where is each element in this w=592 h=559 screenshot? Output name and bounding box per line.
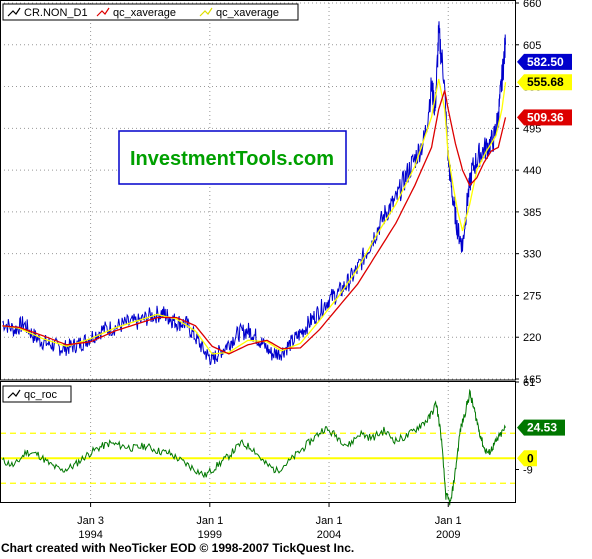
y-tick-label: 330 (523, 249, 541, 261)
x-tick-label: Jan 3 (77, 515, 104, 527)
oscillator-panel (2, 388, 506, 506)
tag-pointer (517, 450, 524, 467)
y-tick-label: 660 (523, 0, 541, 10)
tag-label: 509.36 (527, 110, 564, 124)
tag-label: 555.68 (527, 75, 564, 89)
legend-label: qc_roc (24, 389, 58, 401)
series-line-xaverage-fast (2, 78, 507, 355)
oscillator-legend: qc_roc (2, 385, 72, 403)
reference-value-zero: 0 (517, 450, 537, 467)
x-tick-label: 1994 (78, 529, 102, 541)
series-line-cr-non-d1 (2, 21, 506, 366)
legend-label: qc_xaverage (113, 7, 176, 19)
y-tick-label: 605 (523, 40, 541, 52)
tag-pointer (517, 419, 524, 436)
watermark-text: InvestmentTools.com (130, 148, 334, 170)
chart-canvas: 165220275330385440495550605660Jan 31994J… (0, 0, 572, 541)
watermark-box: InvestmentTools.com (118, 130, 347, 185)
x-tick-label: Jan 1 (316, 515, 343, 527)
x-tick-label: 2009 (436, 529, 460, 541)
series-line-qc-roc (2, 388, 506, 506)
x-tick-label: Jan 1 (435, 515, 462, 527)
series-line-xaverage-slow (2, 90, 507, 355)
y-tick-label: 440 (523, 165, 541, 177)
tag-pointer (517, 53, 524, 70)
tag-pointer (517, 74, 524, 91)
x-tick-label: Jan 1 (196, 515, 223, 527)
x-tick-label: 1999 (198, 529, 222, 541)
oscillator-frame (0, 381, 516, 503)
last-value-qc-roc: 24.53 (517, 419, 565, 436)
price-legend: CR.NON_D1 qc_xaverage qc_xaverage (2, 3, 299, 21)
last-value-xaverage-fast: 555.68 (517, 74, 572, 91)
y-tick-label: 275 (523, 290, 541, 302)
price-panel (2, 21, 507, 366)
tag-label: 0 (527, 451, 534, 465)
last-value-cr-non-d1: 582.50 (517, 53, 572, 70)
tag-label: 582.50 (527, 55, 564, 69)
osc-y-tick-label: 61 (523, 377, 535, 389)
tag-label: 24.53 (527, 421, 557, 435)
y-tick-label: 385 (523, 207, 541, 219)
chart-footer: Chart created with NeoTicker EOD © 1998-… (1, 541, 355, 555)
y-tick-label: 220 (523, 332, 541, 344)
legend-label: CR.NON_D1 (24, 7, 88, 19)
legend-label: qc_xaverage (216, 7, 279, 19)
grid-lines (0, 2, 515, 502)
last-value-xaverage-slow: 509.36 (517, 109, 572, 126)
tag-pointer (517, 109, 524, 126)
x-tick-label: 2004 (317, 529, 341, 541)
osc-y-tick-label: -9 (523, 465, 533, 477)
